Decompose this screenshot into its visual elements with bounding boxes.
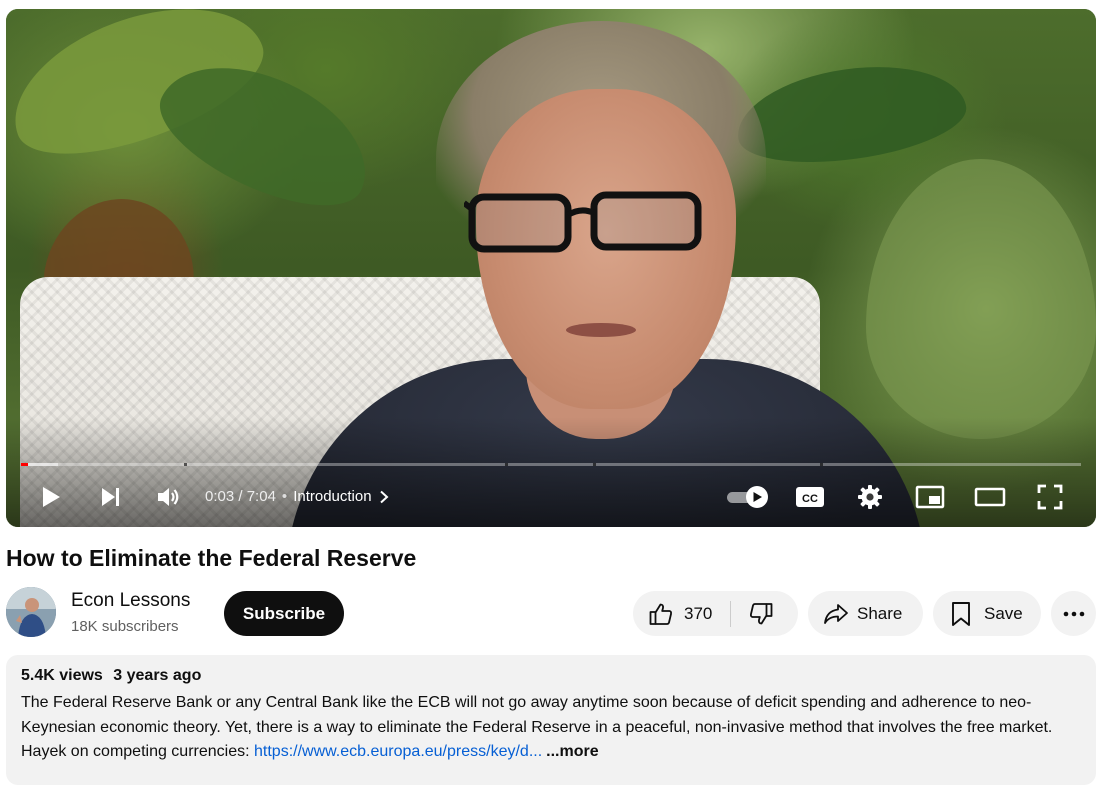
subscriber-count: 18K subscribers: [71, 618, 179, 635]
chapter-marker: [820, 463, 824, 466]
upload-age: 3 years ago: [113, 667, 202, 684]
share-label: Share: [857, 603, 903, 623]
progress-played: [21, 463, 29, 466]
fullscreen-icon: [1037, 484, 1063, 510]
autoplay-toggle[interactable]: [722, 479, 774, 515]
thumbs-down-icon: [750, 602, 773, 624]
save-label: Save: [984, 603, 1023, 623]
time-separator: /: [234, 488, 247, 505]
more-horizontal-icon: [1063, 611, 1084, 616]
description-text: The Federal Reserve Bank or any Central …: [21, 691, 1083, 765]
miniplayer-icon: [915, 485, 945, 509]
chapter-marker: [593, 463, 597, 466]
chevron-right-icon[interactable]: [378, 490, 390, 504]
captions-button[interactable]: CC: [792, 479, 828, 515]
like-dislike-group: 370: [633, 591, 798, 636]
autoplay-toggle-icon: [727, 486, 768, 508]
bookmark-icon: [952, 601, 970, 626]
video-title: How to Eliminate the Federal Reserve: [6, 545, 417, 571]
share-arrow-icon: [824, 603, 848, 624]
description-link[interactable]: https://www.ecb.europa.eu/press/key/d...: [254, 743, 542, 760]
next-icon: [102, 488, 119, 506]
duration: 7:04: [246, 488, 276, 505]
description-box[interactable]: 5.4K views 3 years ago The Federal Reser…: [6, 655, 1096, 785]
channel-name[interactable]: Econ Lessons: [71, 590, 190, 612]
theater-mode-button[interactable]: [972, 479, 1008, 515]
thumbs-up-icon: [649, 603, 672, 625]
view-info: 5.4K views 3 years ago: [21, 667, 1081, 685]
chapter-title[interactable]: Introduction: [293, 488, 371, 505]
fullscreen-button[interactable]: [1032, 479, 1068, 515]
dislike-button[interactable]: [731, 591, 774, 636]
time-display: 0:03 / 7:04 • Introduction: [205, 488, 390, 505]
video-player[interactable]: 0:03 / 7:04 • Introduction CC: [6, 9, 1096, 527]
theater-mode-icon: [974, 487, 1006, 507]
svg-text:CC: CC: [802, 493, 818, 505]
like-count: 370: [684, 603, 713, 623]
save-button[interactable]: Save: [933, 591, 1041, 636]
like-button[interactable]: 370: [633, 591, 730, 636]
play-icon: [43, 487, 60, 507]
mute-button[interactable]: [150, 479, 186, 515]
view-count: 5.4K views: [21, 667, 103, 684]
avatar-image: [6, 587, 56, 637]
current-time: 0:03: [205, 488, 235, 505]
volume-icon: [158, 488, 179, 506]
settings-gear-icon: [858, 485, 882, 509]
channel-avatar[interactable]: [6, 587, 56, 637]
chapter-dot: •: [281, 488, 288, 505]
more-actions-button[interactable]: [1051, 591, 1096, 636]
settings-button[interactable]: [852, 479, 888, 515]
next-button[interactable]: [92, 479, 128, 515]
progress-bar[interactable]: [21, 463, 1081, 466]
captions-icon: CC: [796, 487, 824, 507]
play-button[interactable]: [32, 479, 68, 515]
share-button[interactable]: Share: [808, 591, 923, 636]
chapter-marker: [184, 463, 188, 466]
chapter-marker: [505, 463, 509, 466]
show-more-button[interactable]: ...more: [546, 743, 598, 760]
subscribe-button[interactable]: Subscribe: [224, 591, 344, 636]
miniplayer-button[interactable]: [912, 479, 948, 515]
